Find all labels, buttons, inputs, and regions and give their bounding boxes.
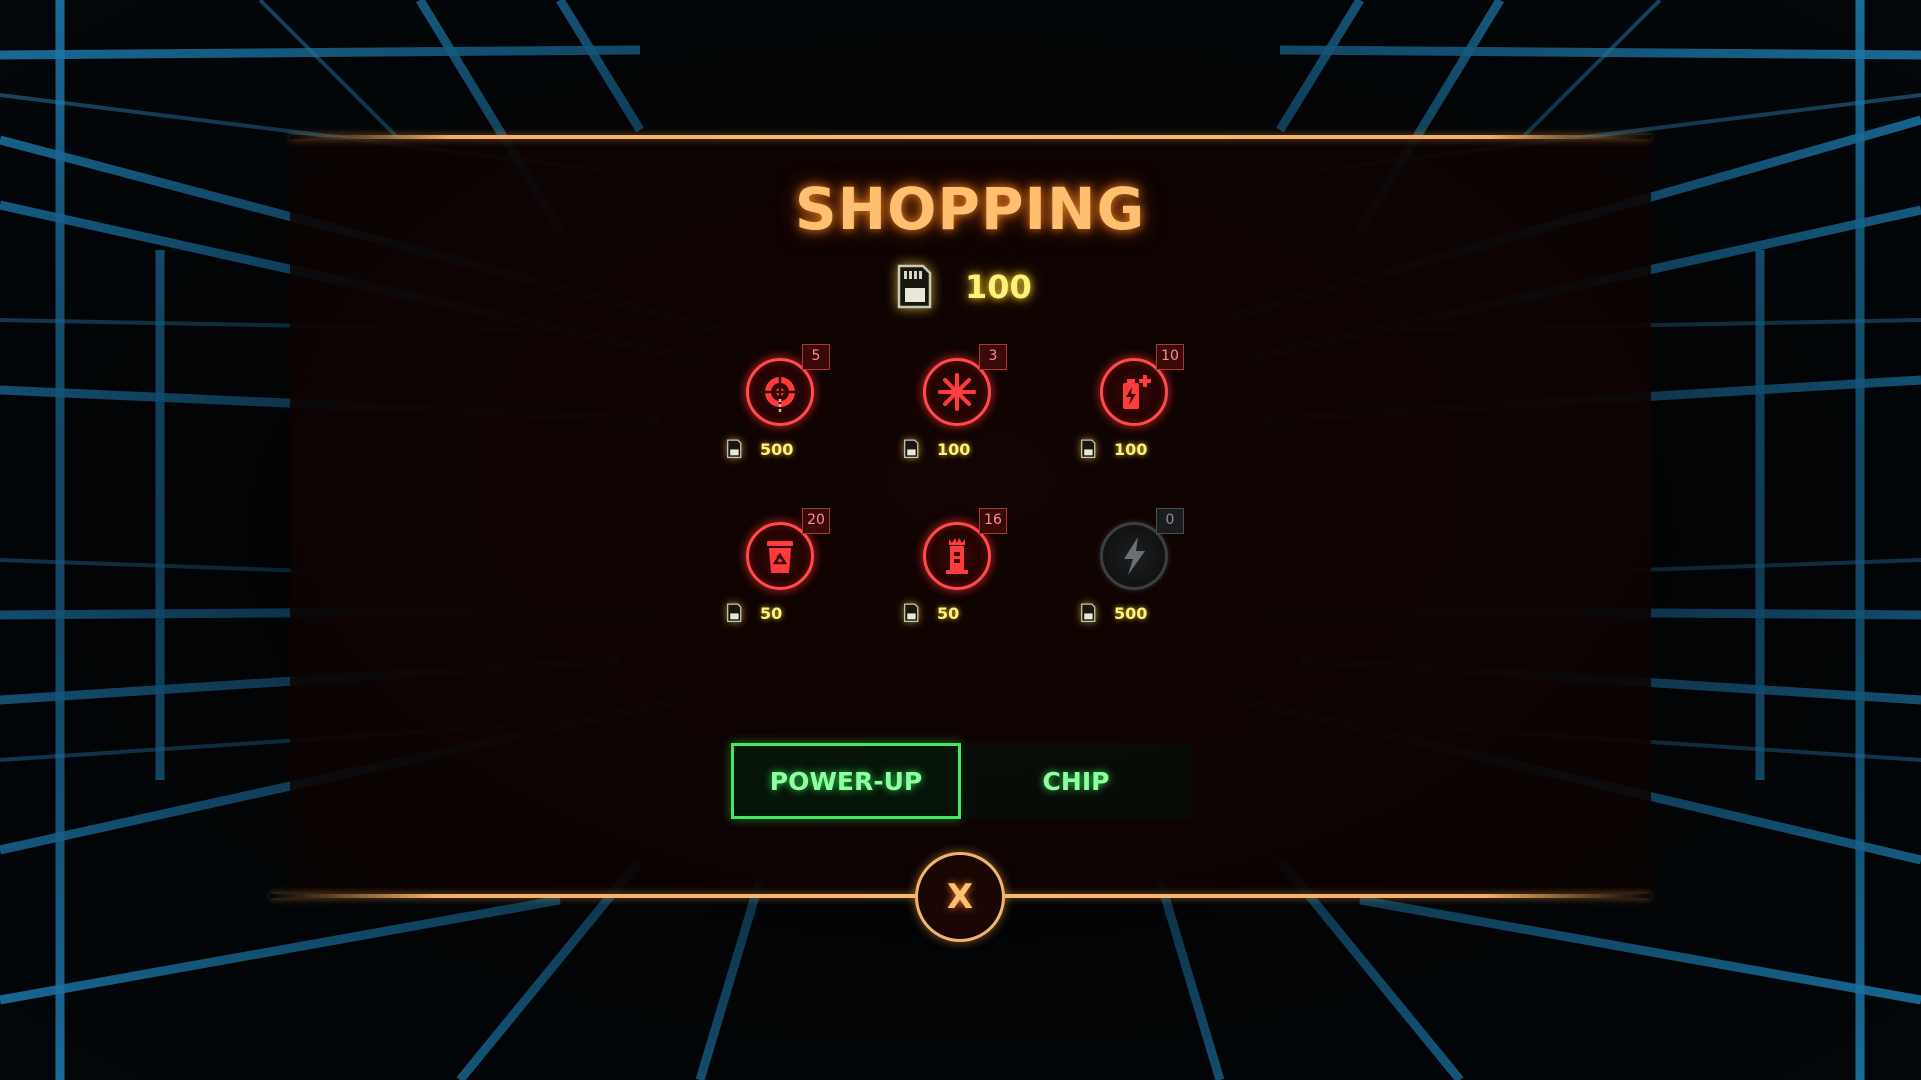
item-quantity-badge: 10 bbox=[1156, 344, 1184, 370]
item-quantity-badge: 5 bbox=[802, 344, 830, 370]
item-price: 100 bbox=[903, 438, 970, 460]
item-quantity-badge: 3 bbox=[979, 344, 1007, 370]
memory-card-icon bbox=[904, 439, 919, 459]
item-price: 500 bbox=[726, 438, 793, 460]
balance-amount: 100 bbox=[965, 268, 1032, 306]
item-price-value: 50 bbox=[937, 603, 960, 623]
shop-item-freeze[interactable]: 3 100 bbox=[881, 338, 1041, 488]
recycle-bin-icon bbox=[767, 541, 793, 573]
memory-card-icon bbox=[1081, 439, 1096, 459]
item-price: 100 bbox=[1080, 438, 1147, 460]
item-price-value: 50 bbox=[760, 603, 783, 623]
item-quantity-badge: 20 bbox=[802, 508, 830, 534]
item-price-value: 100 bbox=[937, 439, 971, 459]
item-price-value: 500 bbox=[1114, 603, 1148, 623]
item-price: 50 bbox=[903, 602, 959, 624]
panel-top-border bbox=[290, 135, 1651, 139]
currency-balance: 100 bbox=[895, 262, 1032, 312]
item-price-value: 100 bbox=[1114, 439, 1148, 459]
memory-card-icon bbox=[904, 603, 919, 623]
shop-title: SHOPPING bbox=[794, 175, 1146, 243]
tower-turret-icon bbox=[946, 538, 968, 574]
tab-chip[interactable]: CHIP bbox=[961, 743, 1191, 819]
battery-charge-plus-icon bbox=[1123, 375, 1151, 409]
shop-category-tabs: POWER-UP CHIP bbox=[731, 743, 1191, 819]
item-quantity-badge: 16 bbox=[979, 508, 1007, 534]
memory-card-icon bbox=[897, 264, 932, 309]
item-price-value: 500 bbox=[760, 439, 794, 459]
snowflake-freeze-icon bbox=[938, 373, 976, 411]
tab-power-up[interactable]: POWER-UP bbox=[731, 743, 961, 819]
item-price: 500 bbox=[1080, 602, 1147, 624]
item-price: 50 bbox=[726, 602, 782, 624]
shop-item-target[interactable]: 5 500 bbox=[704, 338, 864, 488]
target-crosshair-icon bbox=[761, 373, 799, 413]
memory-card-icon bbox=[1081, 603, 1096, 623]
shop-item-battery[interactable]: 10 100 bbox=[1058, 338, 1218, 488]
shop-item-tower[interactable]: 16 50 bbox=[881, 502, 1041, 652]
shop-item-lightning[interactable]: 0 500 bbox=[1058, 502, 1218, 652]
item-quantity-badge: 0 bbox=[1156, 508, 1184, 534]
memory-card-icon bbox=[727, 439, 742, 459]
shop-item-recycle[interactable]: 20 50 bbox=[704, 502, 864, 652]
close-button[interactable]: X bbox=[915, 852, 1005, 942]
memory-card-icon bbox=[727, 603, 742, 623]
lightning-bolt-icon bbox=[1124, 537, 1145, 575]
